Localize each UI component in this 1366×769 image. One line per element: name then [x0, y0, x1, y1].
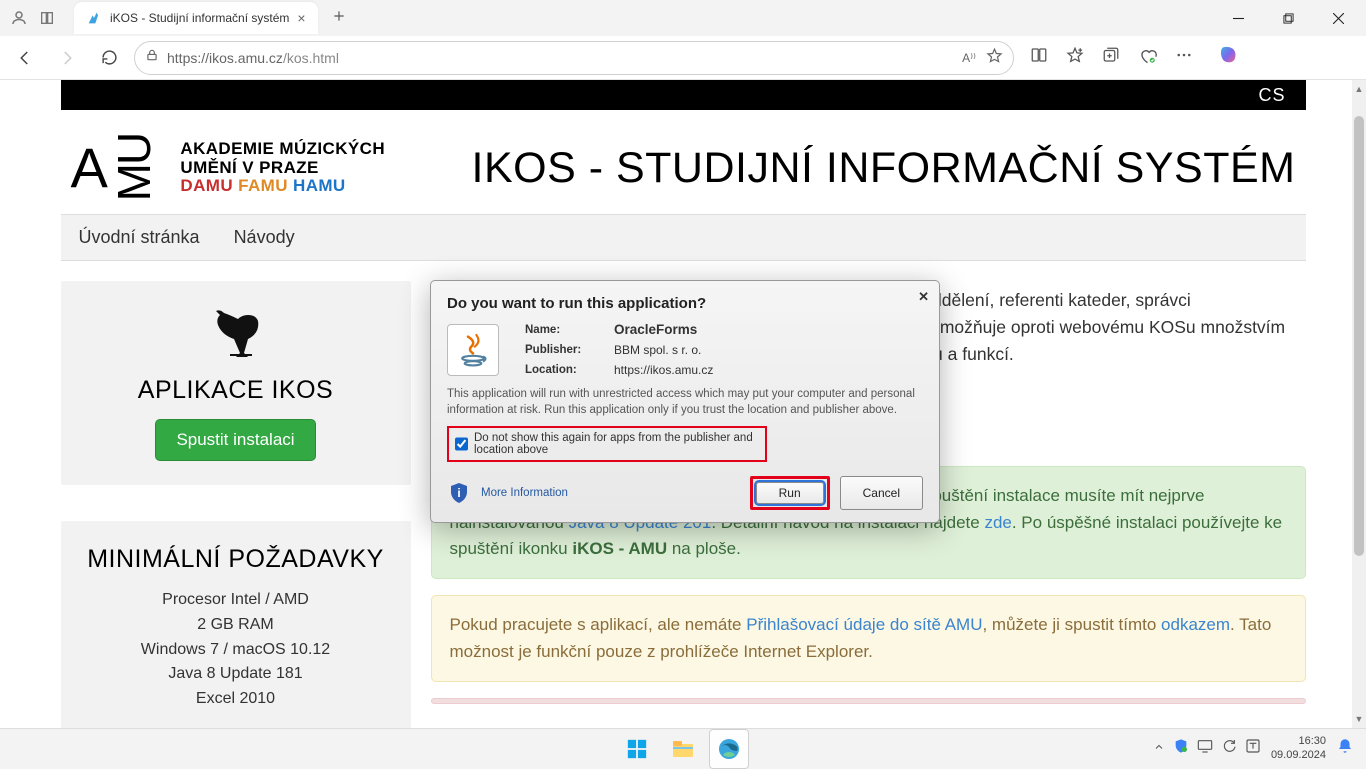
new-tab-button[interactable]	[328, 5, 350, 32]
dialog-name-label: Name:	[525, 324, 600, 336]
refresh-button[interactable]	[92, 41, 126, 75]
list-item: Windows 7 / macOS 10.12	[77, 638, 395, 663]
dialog-publisher-value: BBM spol. s r. o.	[614, 343, 923, 357]
workspaces-icon[interactable]	[38, 9, 56, 27]
scroll-down-icon[interactable]: ▼	[1352, 712, 1366, 726]
profile-icon[interactable]	[10, 9, 28, 27]
dialog-warning-text: This application will run with unrestric…	[447, 387, 923, 418]
app-card-title: APLIKACE IKOS	[77, 376, 395, 405]
reading-mode-indicator[interactable]: A⁾⁾	[962, 51, 976, 65]
dont-show-checkbox[interactable]	[455, 437, 468, 451]
dialog-title: Do you want to run this application?	[447, 295, 923, 312]
url-text: https://ikos.amu.cz/kos.html	[167, 50, 954, 66]
tray-icons[interactable]	[1153, 738, 1261, 759]
file-explorer-icon[interactable]	[663, 729, 703, 769]
list-item: 2 GB RAM	[77, 613, 395, 638]
svg-text:i: i	[457, 486, 460, 500]
amu-logo[interactable]: AMU AKADEMIE MÚZICKÝCH UMĚNÍ V PRAZE DAM…	[71, 140, 386, 196]
dialog-checkbox-row[interactable]: Do not show this again for apps from the…	[447, 426, 767, 462]
vertical-scrollbar[interactable]: ▲ ▼	[1352, 80, 1366, 728]
notifications-icon[interactable]	[1336, 737, 1354, 760]
page-title: IKOS - STUDIJNÍ INFORMAČNÍ SYSTÉM	[472, 144, 1296, 193]
tab-close-icon[interactable]: ×	[297, 10, 305, 26]
extensions-icon[interactable]	[1138, 46, 1157, 70]
list-item: Java 8 Update 181	[77, 662, 395, 687]
tray-clock[interactable]: 16:30 09.09.2024	[1271, 735, 1326, 761]
split-screen-icon[interactable]	[1030, 46, 1048, 69]
scrollbar-thumb[interactable]	[1354, 116, 1364, 556]
tray-chevron-icon[interactable]	[1153, 740, 1165, 758]
nav-guides[interactable]: Návody	[234, 227, 295, 248]
link-credentials[interactable]: Přihlašovací údaje do sítě AMU	[746, 615, 982, 634]
list-item: Excel 2010	[77, 687, 395, 712]
java-icon	[447, 324, 499, 376]
start-button[interactable]	[617, 729, 657, 769]
dialog-location-label: Location:	[525, 364, 600, 376]
java-security-dialog: ✕ Do you want to run this application? N…	[430, 280, 940, 523]
browser-toolbar: https://ikos.amu.cz/kos.html A⁾⁾	[0, 36, 1366, 80]
page-header: AMU AKADEMIE MÚZICKÝCH UMĚNÍ V PRAZE DAM…	[61, 110, 1306, 214]
browser-tab-strip: iKOS - Studijní informační systém ×	[0, 0, 1366, 36]
requirements-card: MINIMÁLNÍ POŽADAVKY Procesor Intel / AMD…	[61, 521, 411, 728]
window-close-button[interactable]	[1316, 3, 1360, 33]
windows-taskbar: 16:30 09.09.2024	[0, 728, 1366, 768]
run-button-highlight: Run	[750, 476, 830, 510]
dialog-location-value: https://ikos.amu.cz	[614, 363, 923, 377]
lock-icon	[145, 48, 159, 67]
dialog-publisher-label: Publisher:	[525, 344, 600, 356]
requirements-list: Procesor Intel / AMD 2 GB RAM Windows 7 …	[77, 588, 395, 712]
top-black-bar: CS	[61, 80, 1306, 110]
tray-security-icon[interactable]	[1173, 738, 1189, 759]
back-button[interactable]	[8, 41, 42, 75]
more-icon[interactable]	[1175, 46, 1193, 69]
requirements-title: MINIMÁLNÍ POŽADAVKY	[77, 545, 395, 574]
cancel-button[interactable]: Cancel	[840, 476, 923, 510]
page-viewport: CS AMU AKADEMIE MÚZICKÝCH UMĚNÍ V PRAZE …	[0, 80, 1366, 728]
main-nav: Úvodní stránka Návody	[61, 214, 1306, 261]
edge-browser-icon[interactable]	[709, 729, 749, 769]
more-information-link[interactable]: More Information	[481, 487, 568, 499]
nav-home[interactable]: Úvodní stránka	[79, 227, 200, 248]
dont-show-label: Do not show this again for apps from the…	[474, 432, 759, 456]
browser-tab[interactable]: iKOS - Studijní informační systém ×	[74, 2, 318, 34]
copilot-icon[interactable]	[1217, 44, 1239, 71]
favorites-icon[interactable]	[1066, 46, 1084, 69]
forward-button	[50, 41, 84, 75]
tab-favicon-icon	[86, 10, 102, 26]
logo-mark-icon: AMU	[71, 144, 169, 192]
tray-sync-icon[interactable]	[1221, 738, 1237, 759]
link-guide[interactable]: zde	[984, 513, 1011, 532]
alert-login: Pokud pracujete s aplikací, ale nemáte P…	[431, 595, 1306, 682]
app-card: APLIKACE IKOS Spustit instalaci	[61, 281, 411, 485]
collections-icon[interactable]	[1102, 46, 1120, 69]
bird-icon	[206, 305, 266, 361]
window-maximize-button[interactable]	[1266, 3, 1310, 33]
tray-display-icon[interactable]	[1197, 739, 1213, 758]
dialog-name-value: OracleForms	[614, 322, 923, 337]
favorite-icon[interactable]	[986, 47, 1003, 69]
link-alternative[interactable]: odkazem	[1161, 615, 1230, 634]
logo-text: AKADEMIE MÚZICKÝCH UMĚNÍ V PRAZE DAMU FA…	[180, 140, 385, 196]
tray-language-icon[interactable]	[1245, 738, 1261, 759]
tab-title: iKOS - Studijní informační systém	[110, 11, 289, 25]
window-minimize-button[interactable]	[1216, 3, 1260, 33]
address-bar[interactable]: https://ikos.amu.cz/kos.html A⁾⁾	[134, 41, 1014, 75]
shield-icon: i	[447, 481, 471, 505]
list-item: Procesor Intel / AMD	[77, 588, 395, 613]
run-button[interactable]: Run	[756, 482, 824, 504]
dialog-close-icon[interactable]: ✕	[918, 289, 929, 305]
language-switch[interactable]: CS	[1258, 85, 1285, 106]
install-button[interactable]: Spustit instalaci	[155, 419, 315, 461]
alert-red-partial	[431, 698, 1306, 704]
scroll-up-icon[interactable]: ▲	[1352, 82, 1366, 96]
